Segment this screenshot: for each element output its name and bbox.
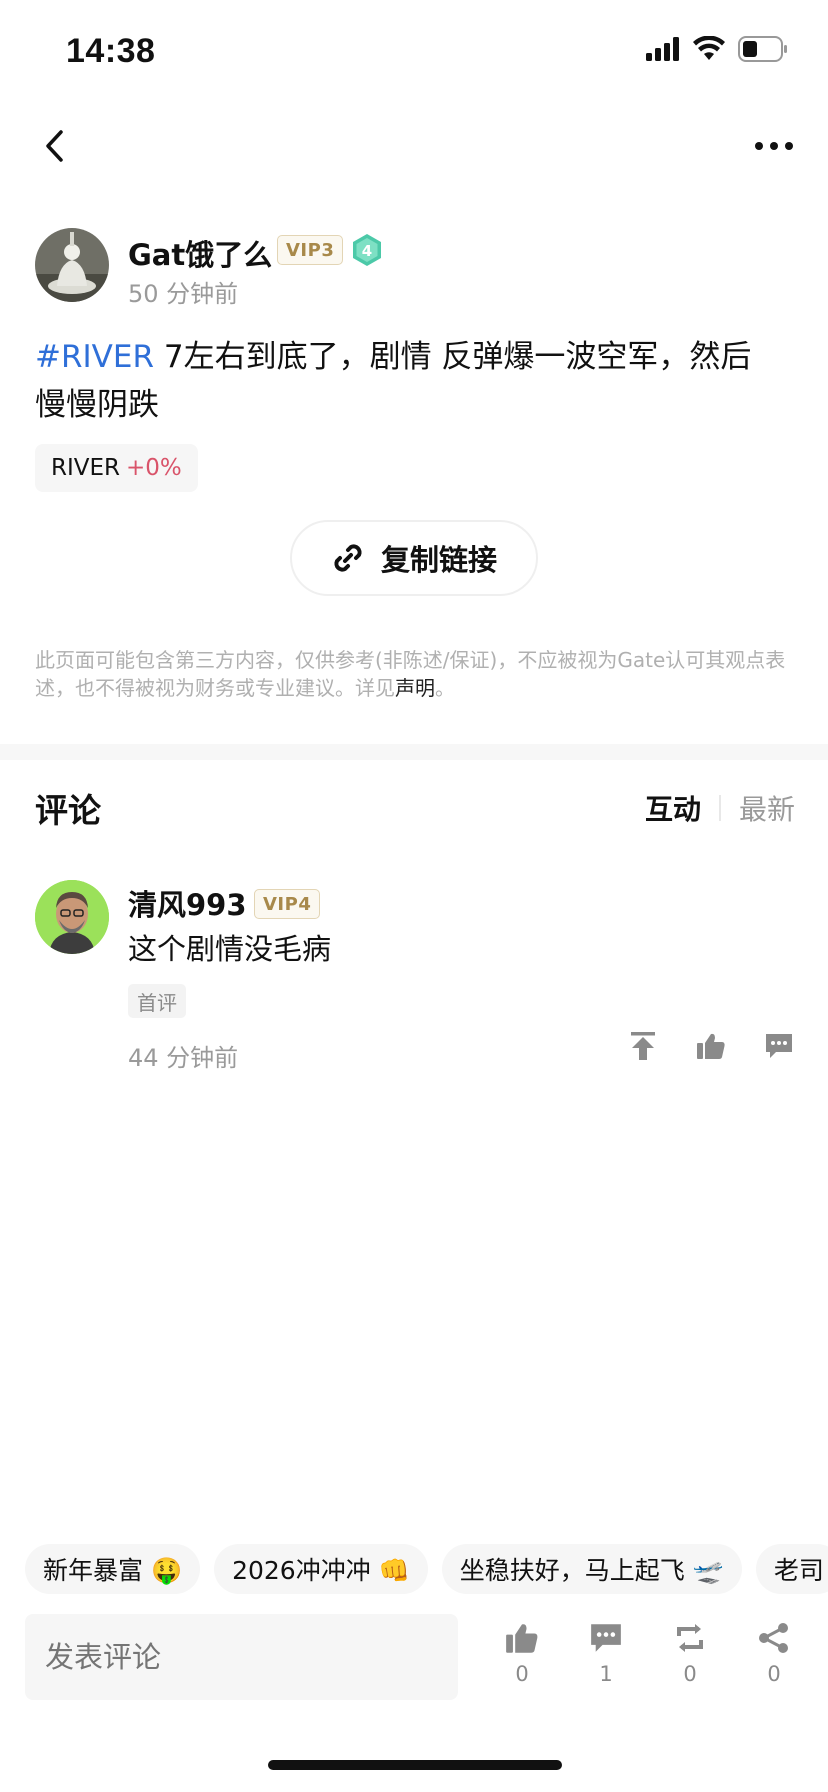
vip-badge: VIP3 [277,235,344,265]
status-icons [646,36,788,62]
like-count: 0 [515,1662,529,1686]
sort-tabs: 互动 最新 [645,788,795,828]
status-time: 14:38 [66,32,156,70]
author-name[interactable]: Gat饿了么 [128,232,272,274]
quick-reply-chip[interactable]: 2026冲冲冲 👊 [214,1544,428,1594]
sort-divider [718,795,721,821]
quick-reply-chip[interactable]: 新年暴富 🤑 [25,1544,201,1594]
repost-icon [677,1624,703,1652]
first-comment-tag: 首评 [128,984,186,1018]
comment-button[interactable]: 1 [576,1622,636,1686]
comments-title: 评论 [35,791,101,830]
comment-item: 清风993 VIP4 这个剧情没毛病 首评 44 分钟前 [35,880,795,1072]
wifi-icon [693,36,725,60]
sort-tab-latest[interactable]: 最新 [739,788,795,828]
quick-reply-chip[interactable]: 坐稳扶好，马上起飞 🛫 [441,1544,742,1594]
post-text-line2: 慢慢阴跌 [35,387,159,423]
commenter-name[interactable]: 清风993 [128,882,247,924]
comment-text: 这个剧情没毛病 [128,932,332,966]
author-avatar[interactable] [35,228,109,302]
coin-symbol: RIVER [51,455,121,481]
more-button[interactable] [750,126,798,166]
comment-input[interactable] [25,1614,458,1700]
reply-button[interactable] [763,1030,795,1062]
level-badge: 4 [351,233,383,267]
disclaimer-link[interactable]: 声明 [395,676,435,700]
thumbs-up-icon [506,1624,538,1653]
post-author: Gat饿了么 VIP3 4 50 分钟前 [35,228,795,308]
like-button[interactable]: 0 [492,1622,552,1686]
repost-count: 0 [683,1662,697,1686]
copy-link-button[interactable]: 复制链接 [290,520,538,596]
comment-time: 44 分钟前 [128,1044,239,1072]
post-text-line1: 7左右到底了，剧情 反弹爆一波空军，然后 [154,339,752,375]
disclaimer: 此页面可能包含第三方内容，仅供参考(非陈述/保证)，不应被视为Gate认可其观点… [35,646,795,702]
more-horizontal-icon [755,142,793,150]
comment-like-button[interactable] [695,1030,727,1062]
coin-change: +0% [126,455,182,481]
commenter-vip-badge: VIP4 [254,889,321,919]
coin-tag[interactable]: RIVER +0% [35,444,198,492]
comments-header: 评论 互动 最新 [35,784,795,834]
level-number: 4 [362,242,372,260]
share-button[interactable]: 0 [744,1622,804,1686]
post-content: #RIVER 7左右到底了，剧情 反弹爆一波空军，然后 慢慢阴跌 [35,333,795,429]
back-button[interactable] [34,126,74,166]
quick-reply-row: 新年暴富 🤑 2026冲冲冲 👊 坐稳扶好，马上起飞 🛫 老司 [25,1544,828,1596]
hashtag-link[interactable]: #RIVER [35,339,154,375]
quick-reply-chip[interactable]: 老司 [755,1544,828,1594]
status-bar: 14:38 [0,0,828,100]
signal-icon [646,37,679,61]
pin-top-icon [631,1032,655,1060]
pin-top-button[interactable] [627,1030,659,1062]
section-divider [0,744,828,760]
share-icon [759,1623,788,1653]
disclaimer-end: 。 [435,676,455,700]
link-icon [334,544,362,572]
home-indicator [268,1760,562,1770]
share-count: 0 [767,1662,781,1686]
comment-icon [591,1624,621,1652]
commenter-avatar[interactable] [35,880,109,954]
chevron-left-icon [46,130,63,162]
copy-link-label: 复制链接 [380,543,497,577]
post-time: 50 分钟前 [128,280,239,308]
bottom-actions: 0 1 0 0 [490,1622,810,1702]
sort-tab-interactive[interactable]: 互动 [645,788,701,828]
comment-icon [766,1034,792,1058]
repost-button[interactable]: 0 [660,1622,720,1686]
comment-actions [627,1030,795,1062]
thumbs-up-icon [697,1033,725,1059]
battery-icon [738,36,787,62]
comment-count: 1 [599,1662,613,1686]
